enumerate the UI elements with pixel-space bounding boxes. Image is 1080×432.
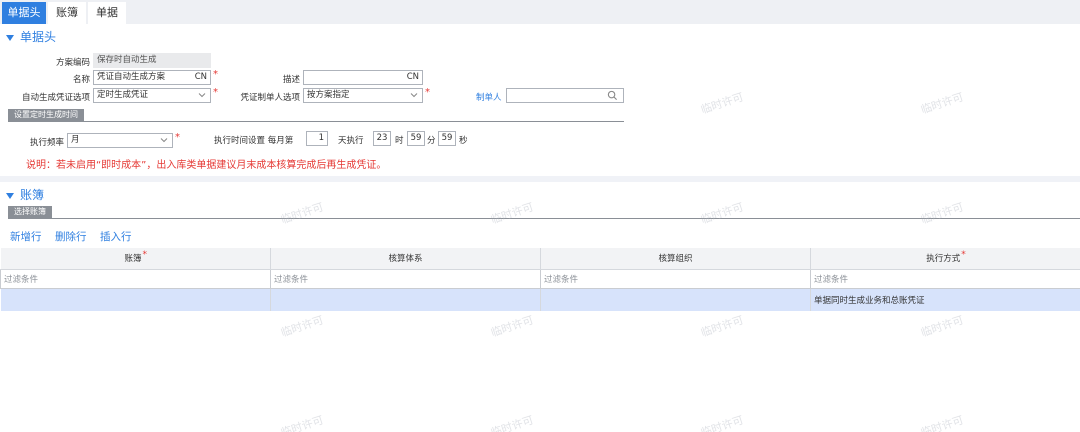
auto-option-select[interactable]: 定时生成凭证 bbox=[93, 88, 211, 103]
frequency-select[interactable]: 月 bbox=[67, 133, 173, 148]
scheme-code-field: 保存时自动生成 bbox=[93, 53, 211, 68]
column-header-execution-mode[interactable]: 执行方式* bbox=[810, 248, 1080, 270]
insert-row-button[interactable]: 插入行 bbox=[100, 229, 132, 244]
collapse-caret-icon[interactable] bbox=[6, 192, 14, 199]
name-label: 名称 bbox=[72, 75, 90, 85]
note-text: 说明：若未启用“即时成本”，出入库类单据建议月末成本核算完成后再生成凭证。 bbox=[26, 160, 387, 171]
filter-input-ledger[interactable]: 过滤条件 bbox=[0, 268, 271, 289]
description-label: 描述 bbox=[282, 75, 300, 85]
table-row[interactable]: 单据同时生成业务和总账凭证 bbox=[0, 288, 1080, 311]
language-cn-button[interactable]: CN bbox=[195, 71, 207, 84]
tab-document-header[interactable]: 单据头 bbox=[2, 2, 46, 24]
delete-row-button[interactable]: 删除行 bbox=[55, 229, 87, 244]
chevron-down-icon bbox=[160, 138, 168, 143]
column-header-accounting-system[interactable]: 核算体系 bbox=[270, 248, 541, 270]
required-mark: * bbox=[213, 87, 218, 98]
frequency-label: 执行频率 bbox=[29, 138, 64, 148]
required-mark: * bbox=[425, 87, 430, 98]
maker-input[interactable] bbox=[506, 88, 624, 103]
scheme-code-label: 方案编码 bbox=[55, 58, 90, 68]
filter-row: 过滤条件 过滤条件 过滤条件 过滤条件 bbox=[0, 268, 1080, 289]
chevron-down-icon bbox=[198, 93, 206, 98]
maker-option-label: 凭证制单人选项 bbox=[240, 93, 300, 103]
divider bbox=[8, 121, 624, 122]
table-header-row: 账簿* 核算体系 核算组织 执行方式* bbox=[0, 248, 1080, 270]
maker-label[interactable]: 制单人 bbox=[476, 91, 502, 103]
schedule-subtitle: 设置定时生成时间 bbox=[8, 109, 84, 121]
tab-bar: 单据头 账簿 单据 bbox=[0, 0, 1080, 24]
table-cell[interactable]: 单据同时生成业务和总账凭证 bbox=[810, 288, 1080, 311]
tab-ledger[interactable]: 账簿 bbox=[48, 2, 86, 24]
second-unit: 秒 bbox=[459, 136, 468, 146]
description-input[interactable]: CN bbox=[303, 70, 423, 85]
time-setting-label: 执行时间设置 每月第 bbox=[214, 136, 294, 146]
column-header-accounting-org[interactable]: 核算组织 bbox=[540, 248, 811, 270]
table-cell[interactable] bbox=[0, 288, 271, 311]
search-icon[interactable] bbox=[607, 90, 618, 101]
filter-input-accounting-system[interactable]: 过滤条件 bbox=[270, 268, 541, 289]
minute-unit: 分 bbox=[427, 136, 436, 146]
day-suffix-label: 天执行 bbox=[338, 136, 364, 146]
language-cn-button[interactable]: CN bbox=[407, 71, 419, 84]
column-header-ledger[interactable]: 账簿* bbox=[0, 248, 271, 270]
filter-input-accounting-org[interactable]: 过滤条件 bbox=[540, 268, 811, 289]
table-cell[interactable] bbox=[540, 288, 811, 311]
hour-unit: 时 bbox=[395, 136, 404, 146]
divider bbox=[8, 218, 1080, 219]
chevron-down-icon bbox=[410, 93, 418, 98]
minute-input[interactable]: 59 bbox=[407, 131, 425, 146]
second-input[interactable]: 59 bbox=[438, 131, 456, 146]
required-mark: * bbox=[213, 69, 218, 80]
collapse-caret-icon[interactable] bbox=[6, 34, 14, 41]
add-row-button[interactable]: 新增行 bbox=[10, 229, 42, 244]
tab-document[interactable]: 单据 bbox=[88, 2, 126, 24]
required-mark: * bbox=[175, 132, 180, 143]
select-ledger-subtitle: 选择账簿 bbox=[8, 206, 52, 218]
name-input[interactable]: 凭证自动生成方案 CN bbox=[93, 70, 211, 85]
auto-option-label: 自动生成凭证选项 bbox=[21, 93, 90, 103]
day-input[interactable]: 1 bbox=[306, 131, 328, 146]
hour-input[interactable]: 23 bbox=[373, 131, 391, 146]
ledger-section-title[interactable]: 账簿 bbox=[6, 186, 44, 203]
maker-option-select[interactable]: 按方案指定 bbox=[303, 88, 423, 103]
header-section-title[interactable]: 单据头 bbox=[6, 28, 56, 45]
table-cell[interactable] bbox=[270, 288, 541, 311]
ledger-table: 账簿* 核算体系 核算组织 执行方式* 过滤条件 过滤条件 过滤条件 过滤条件 … bbox=[0, 248, 1080, 311]
filter-input-execution-mode[interactable]: 过滤条件 bbox=[810, 268, 1080, 289]
